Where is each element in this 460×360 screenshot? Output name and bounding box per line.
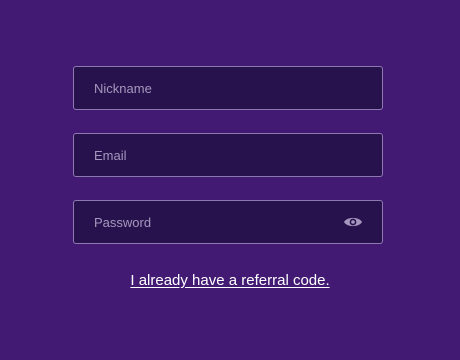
- signup-form: [73, 66, 383, 267]
- nickname-input[interactable]: [74, 67, 382, 109]
- eye-icon[interactable]: [342, 214, 364, 230]
- nickname-field-container: [73, 66, 383, 110]
- password-input[interactable]: [74, 201, 382, 243]
- password-field-container: [73, 200, 383, 244]
- referral-code-link[interactable]: I already have a referral code.: [130, 272, 329, 289]
- email-field-container: [73, 133, 383, 177]
- email-input[interactable]: [74, 134, 382, 176]
- referral-link-row: I already have a referral code.: [0, 272, 460, 290]
